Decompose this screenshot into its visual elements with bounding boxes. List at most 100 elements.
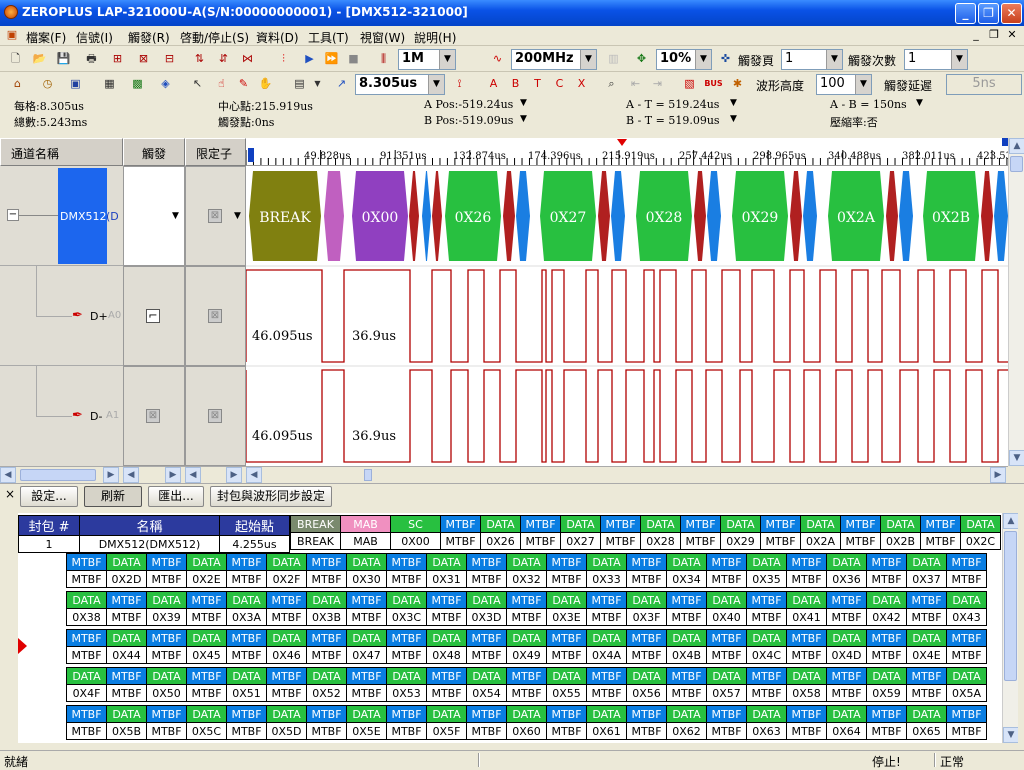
export-button[interactable]: 匯出... — [148, 486, 204, 507]
dropdown-arrow-icon[interactable]: ▼ — [439, 50, 455, 69]
scroll-right-icon[interactable]: ▶ — [226, 467, 242, 483]
bus-split-icon[interactable]: ⫶ — [274, 50, 293, 69]
minimize-button[interactable]: _ — [955, 3, 976, 24]
b-t-dropdown-icon[interactable]: ▼ — [730, 114, 737, 124]
a-b-dropdown-icon[interactable]: ▼ — [916, 98, 923, 108]
time-ruler[interactable]: 49.828us 91.351us 132.874us 174.396us 21… — [246, 138, 1008, 166]
color-icon[interactable]: ◈ — [156, 75, 175, 94]
edit-icon[interactable]: ✎ — [234, 75, 253, 94]
zoom-select[interactable]: 10% ▼ — [656, 49, 712, 70]
scroll-down-icon[interactable]: ▼ — [1009, 450, 1024, 466]
dont-care-icon[interactable]: ⊠ — [208, 209, 222, 223]
screenshot-icon[interactable]: ▣ — [66, 75, 85, 94]
vertical-scrollbar[interactable]: ▲ ▼ — [1008, 138, 1024, 466]
dont-care-icon[interactable]: ⊠ — [146, 409, 160, 423]
menu-trigger[interactable]: 觸發(R) — [128, 29, 170, 46]
bar-a-icon[interactable]: A — [484, 75, 503, 94]
run-continuous-icon[interactable]: ⏩ — [322, 50, 341, 69]
packet-row[interactable]: 1 DMX512(DMX512) 4.255us — [18, 535, 290, 553]
bar-t-icon[interactable]: T — [528, 75, 547, 94]
memory-select[interactable]: 1M ▼ — [398, 49, 456, 70]
a-pos-dropdown-icon[interactable]: ▼ — [520, 98, 527, 108]
trigger-delay-field[interactable]: 5ns — [946, 74, 1022, 95]
scroll-right-icon[interactable]: ▶ — [103, 467, 119, 483]
filter-icon[interactable]: ▥ — [604, 50, 623, 69]
scroll-up-icon[interactable]: ▲ — [1009, 138, 1024, 154]
bar-c-icon[interactable]: C — [550, 75, 569, 94]
packet-scrollbar[interactable]: ▲ ▼ — [1002, 513, 1018, 743]
run-icon[interactable]: ▶ — [300, 50, 319, 69]
collapse-icon[interactable]: − — [7, 209, 19, 221]
channel-up-icon[interactable]: ⇅ — [190, 50, 209, 69]
sync-settings-button[interactable]: 封包與波形同步設定 — [210, 486, 332, 507]
settings-icon[interactable]: ✱ — [728, 75, 747, 94]
dropdown-arrow-icon[interactable]: ▼ — [580, 50, 596, 69]
scroll-left-icon[interactable]: ◀ — [123, 467, 139, 483]
close-panel-icon[interactable]: × — [5, 487, 15, 501]
bus-icon[interactable]: ⋈ — [238, 50, 257, 69]
maximize-button[interactable]: ❐ — [978, 3, 999, 24]
time-scale-select[interactable]: 8.305us ▼ — [355, 74, 445, 95]
menu-help[interactable]: 說明(H) — [414, 29, 456, 46]
signal-edit-icon[interactable]: ⊠ — [134, 50, 153, 69]
menu-data[interactable]: 資料(D) — [256, 29, 299, 46]
scroll-down-icon[interactable]: ▼ — [1003, 727, 1018, 743]
find-icon[interactable]: ⌕ — [602, 75, 621, 94]
save-icon[interactable]: 💾 — [54, 50, 73, 69]
grid-dropdown-icon[interactable]: ▼ — [308, 75, 327, 94]
mdi-restore-icon[interactable]: ❐ — [986, 28, 1002, 43]
dminus-channel-row[interactable]: ✒ D- A1 — [0, 366, 123, 466]
trigger-dropdown-icon[interactable]: ▼ — [172, 211, 179, 221]
a-t-dropdown-icon[interactable]: ▼ — [730, 98, 737, 108]
pointer-icon[interactable]: ↖ — [188, 75, 207, 94]
channel-grid-icon[interactable]: ▩ — [128, 75, 147, 94]
grid-icon[interactable]: ▦ — [100, 75, 119, 94]
dont-care-icon[interactable]: ⊠ — [208, 309, 222, 323]
trigger-count-select[interactable]: 1 ▼ — [904, 49, 968, 70]
bar-x-icon[interactable]: X — [572, 75, 591, 94]
bar-b-icon[interactable]: B — [506, 75, 525, 94]
next-icon[interactable]: ⇥ — [648, 75, 667, 94]
menu-file[interactable]: 檔案(F) — [26, 29, 66, 46]
trigger-page-select[interactable]: 1 ▼ — [781, 49, 843, 70]
calculator-icon[interactable]: ▧ — [680, 75, 699, 94]
mdi-close-icon[interactable]: ✕ — [1004, 28, 1020, 43]
clock-icon[interactable]: ◷ — [38, 75, 57, 94]
wave-scroll-thumb[interactable] — [364, 469, 372, 481]
dropdown-arrow-icon[interactable]: ▼ — [428, 75, 444, 94]
dminus-qualifier-cell[interactable]: ⊠ — [185, 366, 246, 466]
dplus-qualifier-cell[interactable]: ⊠ — [185, 266, 246, 366]
bus-qualifier-cell[interactable]: ⊠ ▼ — [185, 166, 246, 266]
close-button[interactable]: ✕ — [1001, 3, 1022, 24]
mdi-minimize-icon[interactable]: _ — [968, 28, 984, 43]
dropdown-arrow-icon[interactable]: ▼ — [695, 50, 711, 69]
bus-analysis-icon[interactable]: BUS — [704, 75, 723, 94]
cursor-icon[interactable]: ☝ — [212, 75, 231, 94]
settings-button[interactable]: 設定... — [20, 486, 78, 507]
scroll-up-icon[interactable]: ▲ — [1003, 513, 1018, 529]
home-icon[interactable]: ⌂ — [8, 75, 27, 94]
packet-scroll-thumb[interactable] — [1004, 531, 1017, 681]
new-icon[interactable]: 🗋 — [6, 50, 25, 69]
menu-tools[interactable]: 工具(T) — [308, 29, 349, 46]
stop-icon[interactable]: ■ — [344, 50, 363, 69]
menu-run-stop[interactable]: 啓動/停止(S) — [180, 29, 249, 46]
bus-channel-row[interactable]: − DMX512 (D — [0, 166, 123, 266]
scroll-right-icon[interactable]: ▶ — [165, 467, 181, 483]
scroll-left-icon[interactable]: ◀ — [0, 467, 16, 483]
dont-care-icon[interactable]: ⊠ — [208, 409, 222, 423]
channel-scroll-thumb[interactable] — [20, 469, 96, 481]
dminus-trigger-cell[interactable]: ⊠ — [123, 366, 185, 466]
open-icon[interactable]: 📂 — [30, 50, 49, 69]
scroll-left-icon[interactable]: ◀ — [246, 467, 262, 483]
hand-icon[interactable]: ✋ — [256, 75, 275, 94]
menu-signal[interactable]: 信號(I) — [76, 29, 113, 46]
menu-window[interactable]: 視窗(W) — [360, 29, 405, 46]
signal-add-icon[interactable]: ⊞ — [108, 50, 127, 69]
b-pos-dropdown-icon[interactable]: ▼ — [520, 114, 527, 124]
print-icon[interactable]: 🖶 — [82, 50, 101, 69]
dropdown-arrow-icon[interactable]: ▼ — [826, 50, 842, 69]
refresh-button[interactable]: 刷新 — [84, 486, 142, 507]
zoom-fit-icon[interactable]: ✥ — [632, 50, 651, 69]
scroll-left-icon[interactable]: ◀ — [185, 467, 201, 483]
